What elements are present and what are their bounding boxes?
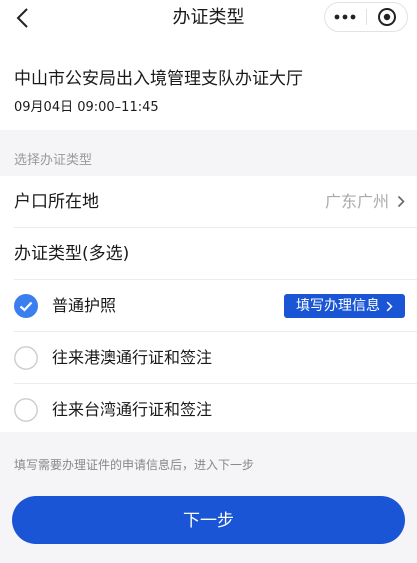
section-label: 选择办证类型 — [14, 153, 93, 168]
option-row-hk-macau[interactable]: 往来港澳通行证和签注 — [0, 332, 417, 384]
types-heading: 办证类型(多选) — [14, 244, 130, 264]
household-row[interactable]: 户口所在地 广东广州 — [0, 176, 417, 228]
next-step-button[interactable]: 下一步 — [12, 496, 405, 544]
types-heading-row: 办证类型(多选) — [0, 228, 417, 280]
fill-info-label: 填写办理信息 — [296, 298, 380, 314]
unchecked-circle-icon[interactable] — [14, 398, 38, 422]
close-button[interactable] — [367, 3, 408, 31]
option-label: 往来台湾通行证和签注 — [52, 400, 213, 419]
top-nav-bar: 办证类型 — [0, 0, 417, 36]
fill-info-button[interactable]: 填写办理信息 — [284, 294, 405, 318]
option-label: 往来港澳通行证和签注 — [52, 348, 213, 367]
chevron-right-icon — [397, 195, 405, 208]
office-name: 中山市公安局出入境管理支队办证大厅 — [14, 69, 303, 89]
target-circle-icon — [377, 8, 396, 26]
household-value: 广东广州 — [324, 192, 389, 211]
mini-program-capsule — [324, 2, 408, 32]
option-label: 普通护照 — [52, 296, 117, 315]
option-row-taiwan[interactable]: 往来台湾通行证和签注 — [0, 384, 417, 436]
checked-circle-icon[interactable] — [14, 294, 38, 318]
household-label: 户口所在地 — [14, 192, 99, 212]
more-dots-icon — [334, 14, 356, 20]
hint-text: 填写需要办理证件的申请信息后，进入下一步 — [14, 458, 255, 472]
type-selection-panel: 户口所在地 广东广州 办证类型(多选) 普通护照 填写办理信息 往来港澳通行证和… — [0, 176, 417, 432]
office-info-card: 中山市公安局出入境管理支队办证大厅 09月04日 09:00–11:45 — [0, 36, 417, 130]
unchecked-circle-icon[interactable] — [14, 346, 38, 370]
chevron-right-icon — [386, 301, 393, 311]
option-row-passport[interactable]: 普通护照 填写办理信息 — [0, 280, 417, 332]
more-button[interactable] — [325, 3, 366, 31]
appointment-time: 09月04日 09:00–11:45 — [14, 100, 159, 115]
